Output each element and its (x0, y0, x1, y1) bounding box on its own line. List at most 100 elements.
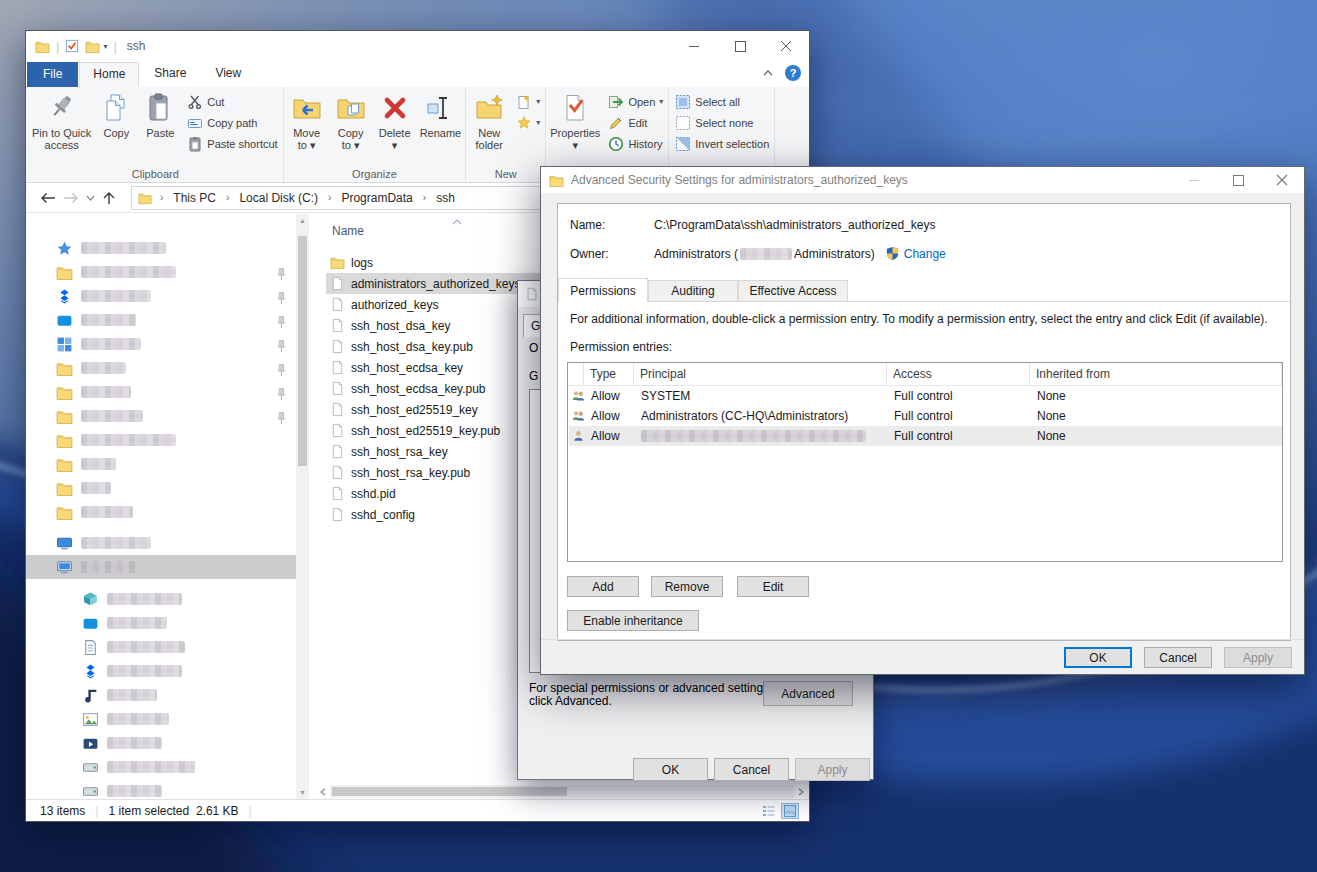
sidebar-item[interactable] (26, 284, 296, 308)
ok-button[interactable]: OK (1064, 647, 1132, 668)
minimize-button[interactable] (671, 31, 717, 61)
horizontal-scrollbar[interactable] (316, 785, 808, 798)
breadcrumb-item[interactable]: Local Disk (C:) (237, 191, 320, 205)
up-button[interactable] (102, 191, 116, 205)
folder-icon[interactable] (35, 39, 50, 54)
column-header[interactable]: Access (887, 363, 1030, 385)
cut-button[interactable]: Cut (187, 93, 277, 110)
sidebar-item[interactable] (26, 332, 296, 356)
permission-entry-row[interactable]: Allow Full control None (569, 426, 1282, 446)
newitem-button[interactable]: ▾ (516, 93, 540, 110)
paste-shortcut-button[interactable]: Paste shortcut (187, 135, 277, 152)
column-header-name[interactable]: Name (332, 224, 364, 238)
add-button[interactable]: Add (567, 576, 639, 597)
column-header[interactable]: Inherited from (1030, 363, 1282, 385)
sidebar-item[interactable] (26, 555, 309, 579)
sidebar-item[interactable] (26, 635, 296, 659)
invert-selection-button[interactable]: Invert selection (675, 135, 769, 152)
sidebar-item[interactable] (26, 707, 296, 731)
sidebar-item[interactable] (26, 452, 296, 476)
collapse-ribbon-icon[interactable] (763, 70, 773, 76)
sort-indicator[interactable] (452, 219, 462, 225)
permission-entry-row[interactable]: Allow SYSTEM Full control None (569, 386, 1282, 406)
column-header[interactable]: Principal (634, 363, 887, 385)
breadcrumb-item[interactable]: ssh (434, 191, 457, 205)
maximize-button[interactable] (717, 31, 763, 61)
scroll-left-icon[interactable] (316, 788, 330, 796)
help-icon[interactable]: ? (785, 65, 801, 81)
back-button[interactable] (40, 192, 56, 204)
sidebar-item[interactable] (26, 587, 296, 611)
sidebar-item[interactable] (26, 428, 296, 452)
edit-button[interactable]: Edit (737, 576, 809, 597)
sidebar-scrollbar[interactable]: ▲ ▼ (296, 214, 309, 799)
breadcrumb-chevron[interactable]: › (420, 192, 429, 203)
tab-effective-access[interactable]: Effective Access (738, 280, 848, 301)
new-folder-button[interactable]: New folder (467, 90, 511, 151)
sidebar-item[interactable] (26, 308, 296, 332)
large-icons-view-button[interactable] (781, 803, 799, 819)
ribbon-tab-home[interactable]: Home (79, 62, 139, 87)
file-row[interactable]: logs (326, 252, 556, 273)
select-all-button[interactable]: Select all (675, 93, 769, 110)
scroll-right-icon[interactable] (794, 788, 808, 796)
advanced-button[interactable]: Advanced (763, 681, 853, 706)
tab-auditing[interactable]: Auditing (648, 280, 738, 301)
minimize-button[interactable] (1172, 167, 1216, 193)
permission-entry-row[interactable]: Allow Administrators (CC-HQ\Administrato… (569, 406, 1282, 426)
ribbon-tab-file[interactable]: File (27, 62, 78, 87)
breadcrumb-item[interactable]: This PC (171, 191, 218, 205)
apply-button[interactable]: Apply (1224, 647, 1292, 668)
copy-path-button[interactable]: Copy path (187, 114, 277, 131)
change-owner-link[interactable]: Change (904, 247, 946, 261)
properties-button[interactable]: Properties ▾ (547, 90, 603, 151)
sidebar-item[interactable] (26, 531, 296, 555)
remove-button[interactable]: Remove (651, 576, 723, 597)
breadcrumb-chevron[interactable]: › (223, 192, 232, 203)
edit-button[interactable]: Edit (608, 114, 663, 131)
close-button[interactable] (1260, 167, 1304, 193)
delete-button[interactable]: Delete ▾ (373, 90, 417, 151)
scroll-up-icon[interactable]: ▲ (299, 217, 306, 224)
easyaccess-button[interactable]: ▾ (516, 114, 540, 131)
history-button[interactable]: History (608, 135, 663, 152)
select-none-button[interactable]: Select none (675, 114, 769, 131)
column-header[interactable]: Type (584, 363, 634, 385)
ribbon-tab-share[interactable]: Share (140, 62, 200, 87)
rename-button[interactable]: Rename (417, 90, 465, 139)
sidebar-item[interactable] (26, 611, 296, 635)
ok-button[interactable]: OK (633, 758, 708, 781)
cancel-button[interactable]: Cancel (714, 758, 789, 781)
sidebar-item[interactable] (26, 356, 296, 380)
sidebar-item[interactable] (26, 476, 296, 500)
breadcrumb-item[interactable]: ProgramData (339, 191, 414, 205)
enable-inheritance-button[interactable]: Enable inheritance (567, 610, 699, 631)
copy-to-button[interactable]: Copy to ▾ (329, 90, 373, 151)
sidebar-item[interactable] (26, 404, 296, 428)
sidebar-item[interactable] (26, 755, 296, 779)
paste-button[interactable]: Paste (138, 90, 182, 139)
apply-button[interactable]: Apply (795, 758, 870, 781)
pin-to-quick-access-button[interactable]: Pin to Quick access (29, 90, 94, 151)
folder-icon[interactable] (85, 39, 100, 54)
tab-permissions[interactable]: Permissions (558, 278, 648, 302)
maximize-button[interactable] (1216, 167, 1260, 193)
sidebar-item[interactable] (26, 380, 296, 404)
sidebar-item[interactable] (26, 500, 296, 524)
ribbon-tab-view[interactable]: View (201, 62, 255, 87)
sidebar-item[interactable] (26, 659, 296, 683)
sidebar-item[interactable] (26, 731, 296, 755)
open-button[interactable]: Open▾ (608, 93, 663, 110)
scroll-down-icon[interactable]: ▼ (299, 789, 306, 796)
sidebar-item[interactable] (26, 260, 296, 284)
details-view-button[interactable] (759, 803, 777, 819)
breadcrumb-chevron[interactable]: › (325, 192, 334, 203)
sidebar-item[interactable] (26, 236, 296, 260)
properties-quick-icon[interactable] (65, 39, 79, 53)
move-to-button[interactable]: Move to ▾ (285, 90, 329, 151)
sidebar-item[interactable] (26, 683, 296, 707)
forward-button[interactable] (63, 192, 79, 204)
chevron-down-icon[interactable]: ▾ (103, 42, 107, 51)
copy-button[interactable]: Copy (94, 90, 138, 139)
recent-locations-icon[interactable] (86, 195, 95, 201)
